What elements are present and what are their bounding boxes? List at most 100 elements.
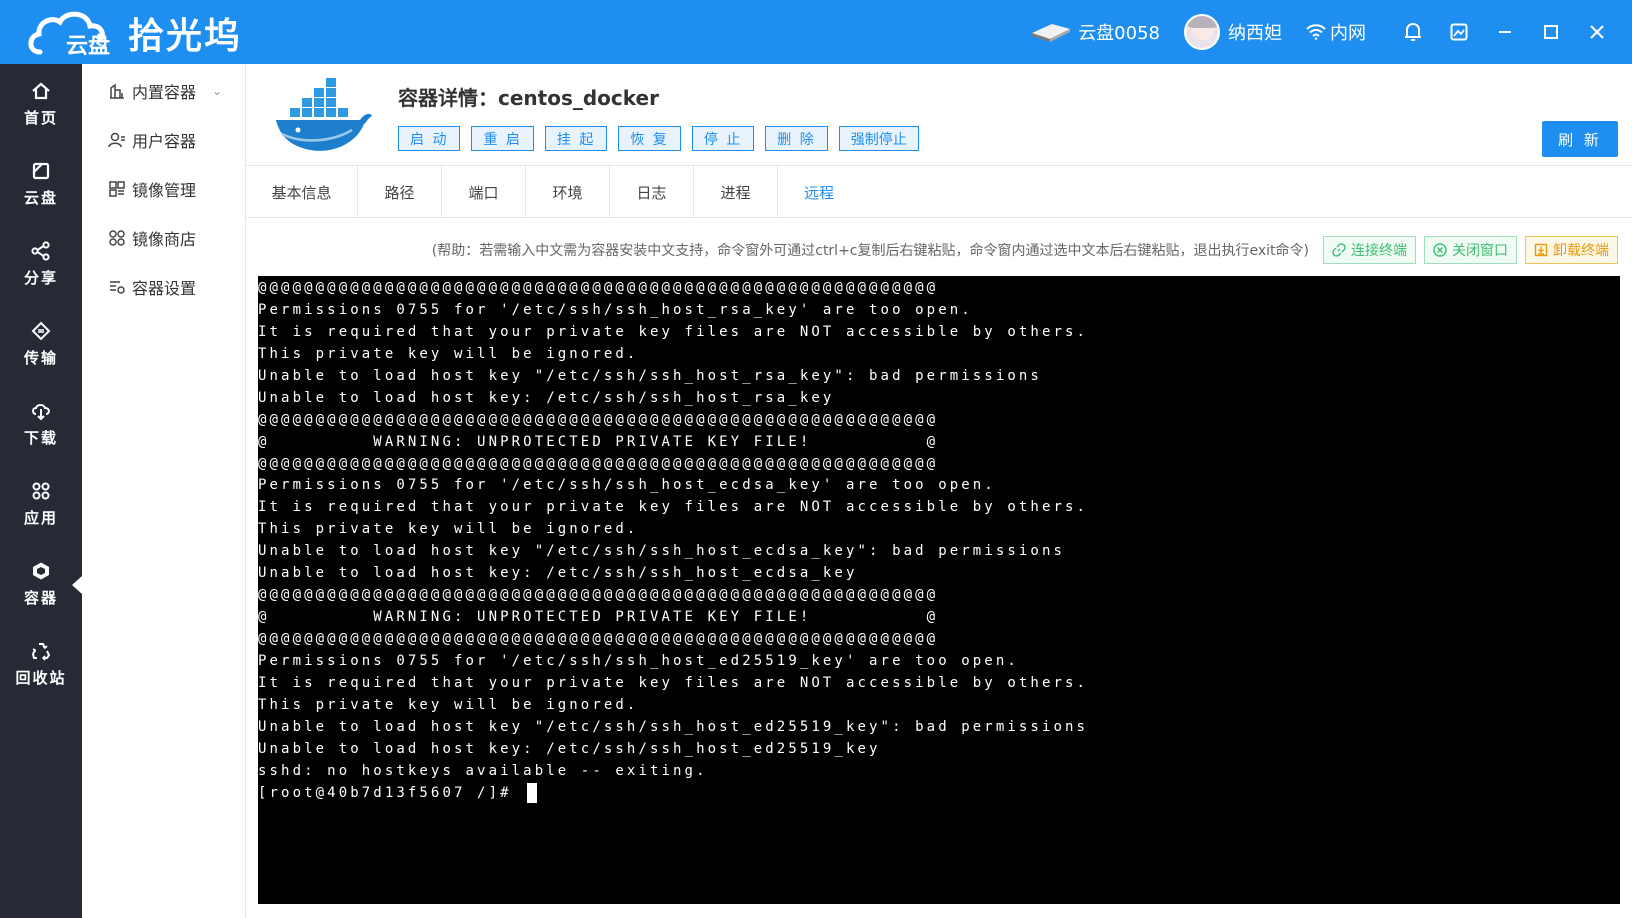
close-window-label: 关闭窗口	[1452, 243, 1508, 259]
terminal-line: sshd: no hostkeys available -- exiting.	[258, 762, 708, 779]
screenshot-icon	[1450, 23, 1468, 41]
container-icon	[33, 562, 49, 579]
terminal-prompt-line[interactable]: [root@40b7d13f5607 /]#	[258, 782, 1620, 805]
transfer-icon	[31, 321, 51, 340]
cloud-logo-icon: 云盘	[26, 8, 114, 59]
docker-whale-icon	[276, 78, 372, 151]
terminal-line: Unable to load host key: /etc/ssh/ssh_ho…	[258, 389, 835, 406]
link-icon	[1332, 243, 1346, 257]
sidebar-item-share[interactable]: 分享	[0, 224, 82, 304]
notification-button[interactable]	[1390, 0, 1436, 64]
share-icon	[31, 240, 50, 261]
force-stop-button[interactable]: 强制停止	[838, 126, 919, 151]
disk-selector[interactable]: 云盘0058	[1030, 19, 1160, 45]
terminal-line: @@@@@@@@@@@@@@@@@@@@@@@@@@@@@@@@@@@@@@@@…	[258, 411, 939, 428]
unload-terminal-button[interactable]: 卸载终端	[1525, 236, 1618, 264]
close-button[interactable]	[1574, 0, 1620, 64]
close-circle-icon	[1433, 243, 1447, 257]
submenu-item-container-settings[interactable]: 容器设置	[108, 272, 196, 302]
unload-terminal-label: 卸载终端	[1553, 243, 1609, 259]
sidebar-item-label: 首页	[23, 108, 58, 127]
brand-name: 拾光坞	[128, 16, 243, 57]
network-label: 内网	[1330, 23, 1366, 44]
terminal-line: Permissions 0755 for '/etc/ssh/ssh_host_…	[258, 477, 996, 494]
sidebar-item-label: 分享	[23, 268, 58, 287]
tab-path[interactable]: 路径	[358, 166, 442, 218]
terminal-line: @@@@@@@@@@@@@@@@@@@@@@@@@@@@@@@@@@@@@@@@…	[258, 587, 939, 604]
sidebar-item-cloud-disk[interactable]: 云盘	[0, 144, 82, 224]
main-sidebar: 首页 云盘 分享 传输 下载 应用 容器 回收站	[0, 64, 82, 918]
submenu-item-image-store[interactable]: 镜像商店	[108, 223, 196, 253]
disk-icon	[1032, 24, 1071, 42]
sidebar-item-label: 容器	[23, 588, 58, 607]
terminal-line: It is required that your private key fil…	[258, 323, 1089, 340]
terminal-toolbar: (帮助：若需输入中文需为容器安装中文支持，命令窗外可通过ctrl+c复制后右键粘…	[246, 232, 1632, 268]
terminal-prompt: [root@40b7d13f5607 /]#	[258, 784, 524, 801]
submenu-item-label: 容器设置	[132, 279, 197, 298]
refresh-button[interactable]: 刷 新	[1542, 121, 1618, 157]
terminal-line: @@@@@@@@@@@@@@@@@@@@@@@@@@@@@@@@@@@@@@@@…	[258, 631, 939, 647]
terminal-line: @ WARNING: UNPROTECTED PRIVATE KEY FILE!…	[258, 433, 939, 450]
network-status[interactable]: 内网	[1306, 19, 1366, 45]
container-settings-icon	[110, 281, 125, 294]
close-window-button[interactable]: 关闭窗口	[1424, 236, 1517, 264]
detail-tabs: 基本信息 路径 端口 环境 日志 进程 远程	[246, 166, 1632, 218]
recycle-icon	[31, 642, 51, 661]
tab-port[interactable]: 端口	[442, 166, 526, 218]
terminal-line: Unable to load host key: /etc/ssh/ssh_ho…	[258, 740, 881, 757]
minimize-button[interactable]	[1482, 0, 1528, 64]
stop-button[interactable]: 停 止	[691, 126, 755, 151]
submenu-item-builtin-container[interactable]: 内置容器 ⌄	[108, 76, 222, 106]
cloud-disk-icon	[32, 162, 50, 179]
maximize-button[interactable]	[1528, 0, 1574, 64]
sidebar-item-transfer[interactable]: 传输	[0, 304, 82, 384]
restart-button[interactable]: 重 启	[471, 126, 534, 151]
tab-remote[interactable]: 远程	[778, 166, 860, 218]
download-icon	[32, 403, 50, 420]
sidebar-item-label: 回收站	[15, 668, 67, 687]
sidebar-item-download[interactable]: 下载	[0, 384, 82, 464]
tab-basic-info[interactable]: 基本信息	[246, 166, 358, 218]
sidebar-item-label: 应用	[23, 508, 58, 527]
sidebar-item-apps[interactable]: 应用	[0, 464, 82, 544]
connect-terminal-label: 连接终端	[1351, 243, 1407, 259]
page-title: 容器详情：centos_docker	[398, 86, 659, 110]
terminal-line: It is required that your private key fil…	[258, 499, 1089, 516]
terminal-line: Permissions 0755 for '/etc/ssh/ssh_host_…	[258, 301, 973, 318]
user-container-icon	[108, 132, 125, 148]
brand-icon-text: 云盘	[66, 34, 111, 59]
image-store-icon	[109, 230, 125, 246]
screenshot-button[interactable]	[1436, 0, 1482, 64]
wifi-icon	[1306, 24, 1326, 40]
help-text: (帮助：若需输入中文需为容器安装中文支持，命令窗外可通过ctrl+c复制后右键粘…	[431, 243, 1309, 259]
submenu-item-image-manage[interactable]: 镜像管理	[108, 174, 196, 204]
delete-button[interactable]: 删 除	[765, 126, 828, 151]
sidebar-item-home[interactable]: 首页	[0, 64, 82, 144]
disk-label: 云盘0058	[1078, 23, 1160, 44]
unload-icon	[1534, 243, 1548, 257]
suspend-button[interactable]: 挂 起	[544, 126, 608, 151]
start-button[interactable]: 启 动	[398, 126, 461, 151]
tab-log[interactable]: 日志	[610, 166, 694, 218]
minimize-icon	[1499, 31, 1511, 33]
sidebar-item-container[interactable]: 容器	[0, 544, 82, 624]
apps-icon	[32, 482, 50, 499]
terminal-window[interactable]: @@@@@@@@@@@@@@@@@@@@@@@@@@@@@@@@@@@@@@@@…	[258, 276, 1620, 904]
submenu-item-label: 镜像管理	[132, 181, 197, 200]
submenu-item-user-container[interactable]: 用户容器	[108, 125, 196, 155]
tab-environment[interactable]: 环境	[526, 166, 610, 218]
terminal-line: Unable to load host key "/etc/ssh/ssh_ho…	[258, 718, 1089, 735]
terminal-line: Unable to load host key "/etc/ssh/ssh_ho…	[258, 543, 1066, 560]
sidebar-item-recycle[interactable]: 回收站	[0, 624, 82, 704]
avatar	[1184, 14, 1220, 50]
terminal-line: @@@@@@@@@@@@@@@@@@@@@@@@@@@@@@@@@@@@@@@@…	[258, 455, 939, 472]
image-manage-icon	[109, 181, 125, 197]
resume-button[interactable]: 恢 复	[618, 126, 681, 151]
connect-terminal-button[interactable]: 连接终端	[1323, 236, 1416, 264]
tab-process[interactable]: 进程	[694, 166, 778, 218]
user-menu[interactable]: 纳西妲	[1184, 14, 1282, 50]
chevron-down-icon[interactable]: ⌄	[212, 84, 222, 98]
terminal-line: @@@@@@@@@@@@@@@@@@@@@@@@@@@@@@@@@@@@@@@@…	[258, 280, 939, 296]
user-name: 纳西妲	[1228, 23, 1282, 44]
submenu-item-label: 镜像商店	[132, 230, 197, 249]
